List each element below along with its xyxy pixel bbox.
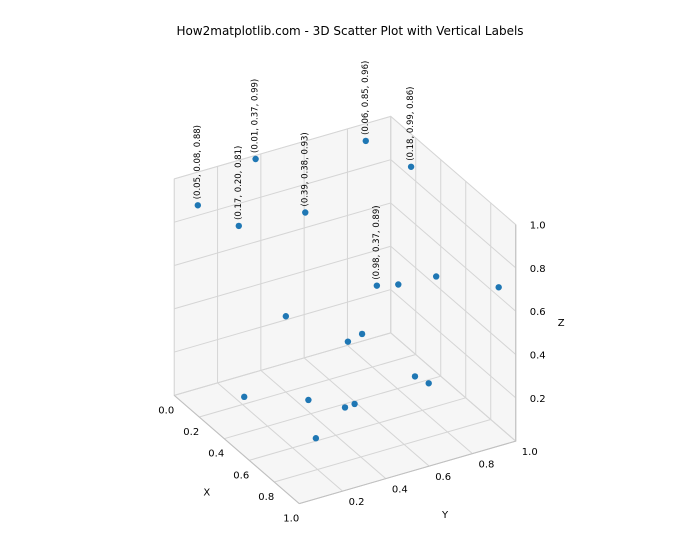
scatter-point	[345, 338, 351, 344]
y-tick: 1.0	[522, 447, 538, 458]
z-tick: 0.8	[530, 264, 546, 275]
scatter-point	[495, 284, 501, 290]
scatter-point	[433, 273, 439, 279]
scatter-point	[283, 313, 289, 319]
y-tick: 0.8	[478, 460, 494, 471]
y-tick: 0.4	[392, 485, 408, 496]
scatter-point	[408, 164, 414, 170]
scatter-point	[426, 380, 432, 386]
scatter-point	[313, 435, 319, 441]
point-annotation: (0.17, 0.20, 0.81)	[234, 146, 244, 220]
x-tick: 0.8	[258, 492, 274, 503]
scatter-point	[236, 223, 242, 229]
z-tick: 0.4	[530, 351, 546, 362]
scatter-point	[395, 281, 401, 287]
z-tick: 1.0	[530, 221, 546, 232]
y-tick: 0.6	[435, 472, 451, 483]
scatter-point	[252, 156, 258, 162]
x-tick: 1.0	[283, 514, 299, 525]
scatter-point	[374, 282, 380, 288]
y-tick: 0.2	[349, 497, 365, 508]
point-annotation: (0.39, 0.38, 0.93)	[300, 132, 310, 206]
scatter-point	[342, 404, 348, 410]
x-tick: 0.2	[183, 427, 199, 438]
scatter-point	[305, 397, 311, 403]
scatter-point	[412, 373, 418, 379]
y-axis-label: Y	[441, 510, 449, 521]
figure: How2matplotlib.com - 3D Scatter Plot wit…	[0, 0, 700, 560]
scatter-point	[351, 401, 357, 407]
point-annotation: (0.06, 0.85, 0.96)	[361, 61, 371, 135]
scatter-point	[363, 138, 369, 144]
point-annotation: (0.98, 0.37, 0.89)	[372, 205, 382, 279]
scatter-point	[302, 209, 308, 215]
point-annotation: (0.05, 0.08, 0.88)	[193, 125, 203, 199]
point-annotation: (0.18, 0.99, 0.86)	[406, 87, 416, 161]
x-tick: 0.0	[158, 405, 174, 416]
scatter-point	[241, 394, 247, 400]
point-annotation: (0.01, 0.37, 0.99)	[251, 79, 261, 153]
scatter-point	[195, 202, 201, 208]
x-axis-label: X	[203, 488, 210, 499]
scatter-point	[359, 331, 365, 337]
x-tick: 0.6	[233, 470, 249, 481]
z-tick: 0.6	[530, 307, 546, 318]
z-axis-label: Z	[558, 318, 565, 329]
z-tick: 0.2	[530, 394, 546, 405]
x-tick: 0.4	[208, 449, 224, 460]
plot-svg: 0.0 0.2 0.4 0.6 0.8 1.0 0.2 0.4 0.6 0.8 1.0 0.2 0.4 0…	[0, 0, 700, 560]
